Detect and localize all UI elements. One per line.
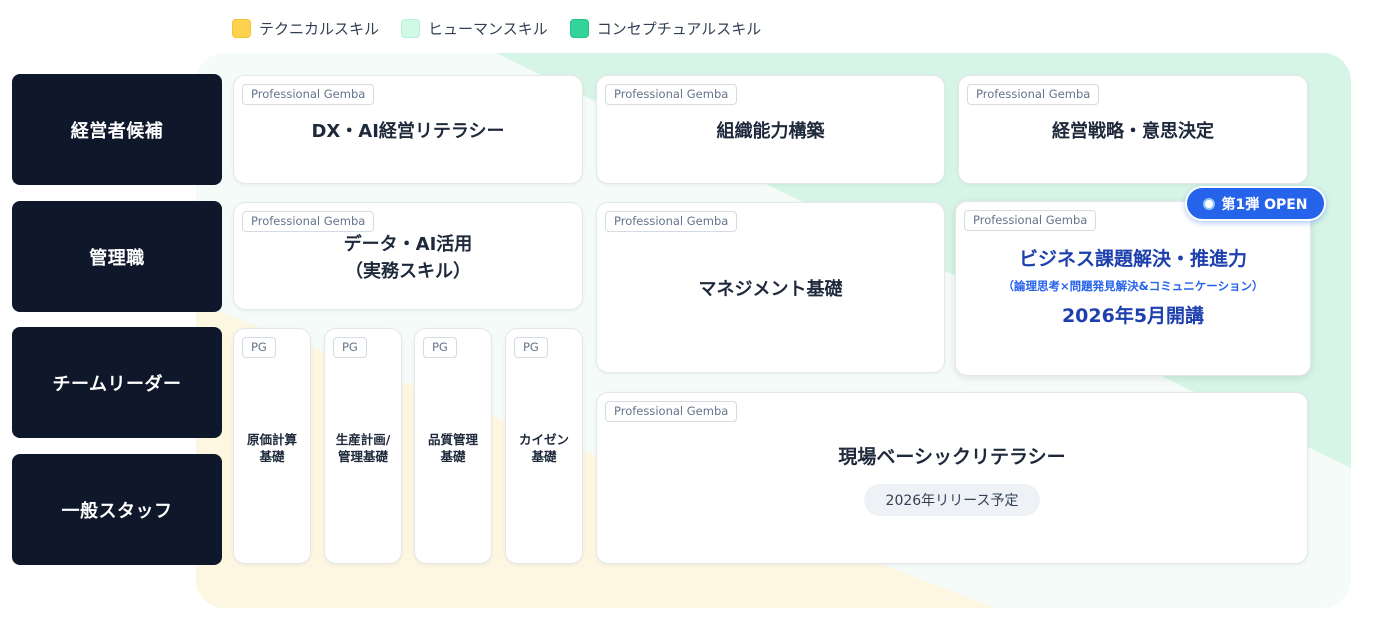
badge-dot-icon: [1203, 197, 1216, 210]
legend-conceptual-label: コンセプチュアルスキル: [596, 20, 762, 38]
card-title-line2: （実務スキル）: [345, 261, 471, 282]
card-tag: Professional Gemba: [605, 211, 738, 232]
card-org-capability[interactable]: Professional Gemba 組織能力構築: [596, 75, 945, 184]
legend-technical: テクニカルスキル: [232, 18, 379, 39]
pg-card-production-planning[interactable]: PG 生産計画/ 管理基礎: [324, 328, 402, 564]
card-tag: PG: [242, 337, 276, 358]
card-strategy[interactable]: Professional Gemba 経営戦略・意思決定: [958, 75, 1308, 184]
legend: テクニカルスキル ヒューマンスキル コンセプチュアルスキル: [232, 18, 761, 39]
card-open-date: 2026年5月開講: [1061, 305, 1205, 327]
pg-card-title: 品質管理 基礎: [415, 431, 491, 465]
card-field-basic-literacy[interactable]: Professional Gemba 現場ベーシックリテラシー: [596, 392, 1308, 564]
card-business-problem-solving[interactable]: Professional Gemba ビジネス課題解決・推進力 （論理思考×問題…: [955, 201, 1311, 376]
card-tag: Professional Gemba: [605, 84, 738, 105]
release-status-pill: 2026年リリース予定: [864, 484, 1040, 516]
row-label-team-leader: チームリーダー: [12, 327, 222, 438]
legend-technical-label: テクニカルスキル: [259, 20, 380, 38]
card-tag: PG: [423, 337, 457, 358]
row-label-executive: 経営者候補: [12, 74, 222, 185]
legend-human: ヒューマンスキル: [401, 18, 548, 39]
card-title-line1: データ・AI活用: [343, 234, 473, 255]
legend-conceptual-swatch: [569, 19, 589, 38]
card-tag: Professional Gemba: [605, 401, 738, 422]
legend-conceptual: コンセプチュアルスキル: [569, 18, 762, 39]
card-tag: PG: [333, 337, 367, 358]
card-data-ai[interactable]: Professional Gemba データ・AI活用 （実務スキル）: [233, 202, 583, 310]
pg-card-title: 生産計画/ 管理基礎: [325, 431, 401, 465]
card-tag: Professional Gemba: [242, 84, 375, 105]
pg-card-title-line2: 基礎: [531, 449, 557, 464]
card-tag: Professional Gemba: [964, 210, 1097, 231]
open-badge-label: 第1弾 OPEN: [1221, 196, 1308, 213]
legend-human-label: ヒューマンスキル: [428, 20, 548, 38]
pg-card-title-line2: 基礎: [440, 449, 466, 464]
card-tag: Professional Gemba: [242, 211, 375, 232]
card-title: 経営戦略・意思決定: [1052, 121, 1214, 142]
card-tag: PG: [514, 337, 548, 358]
pg-card-title-line1: 生産計画/: [335, 432, 391, 447]
card-title: DX・AI経営リテラシー: [311, 121, 505, 142]
pg-card-title-line2: 基礎: [259, 449, 285, 464]
card-title: ビジネス課題解決・推進力: [1018, 248, 1247, 270]
pg-card-title-line2: 管理基礎: [337, 449, 388, 464]
card-title: 組織能力構築: [716, 121, 825, 142]
row-label-manager: 管理職: [12, 201, 222, 312]
card-dx-ai-literacy[interactable]: Professional Gemba DX・AI経営リテラシー: [233, 75, 583, 184]
open-badge: 第1弾 OPEN: [1185, 186, 1326, 221]
pg-card-title-line1: カイゼン: [518, 432, 569, 447]
card-title: マネジメント基礎: [698, 279, 843, 300]
row-label-staff: 一般スタッフ: [12, 454, 222, 565]
card-tag: Professional Gemba: [967, 84, 1100, 105]
pg-card-quality-control[interactable]: PG 品質管理 基礎: [414, 328, 492, 564]
pg-card-kaizen[interactable]: PG カイゼン 基礎: [505, 328, 583, 564]
pg-card-title-line1: 原価計算: [246, 432, 297, 447]
pg-card-title-line1: 品質管理: [427, 432, 478, 447]
card-subtitle: （論理思考×問題発見解決&コミュニケーション）: [1002, 279, 1264, 293]
pg-card-title: カイゼン 基礎: [506, 431, 582, 465]
card-management-basics[interactable]: Professional Gemba マネジメント基礎: [596, 202, 945, 373]
pg-card-title: 原価計算 基礎: [234, 431, 310, 465]
pg-card-cost-accounting[interactable]: PG 原価計算 基礎: [233, 328, 311, 564]
card-title: 現場ベーシックリテラシー: [838, 446, 1066, 468]
legend-human-swatch: [401, 19, 421, 38]
legend-technical-swatch: [232, 19, 251, 38]
